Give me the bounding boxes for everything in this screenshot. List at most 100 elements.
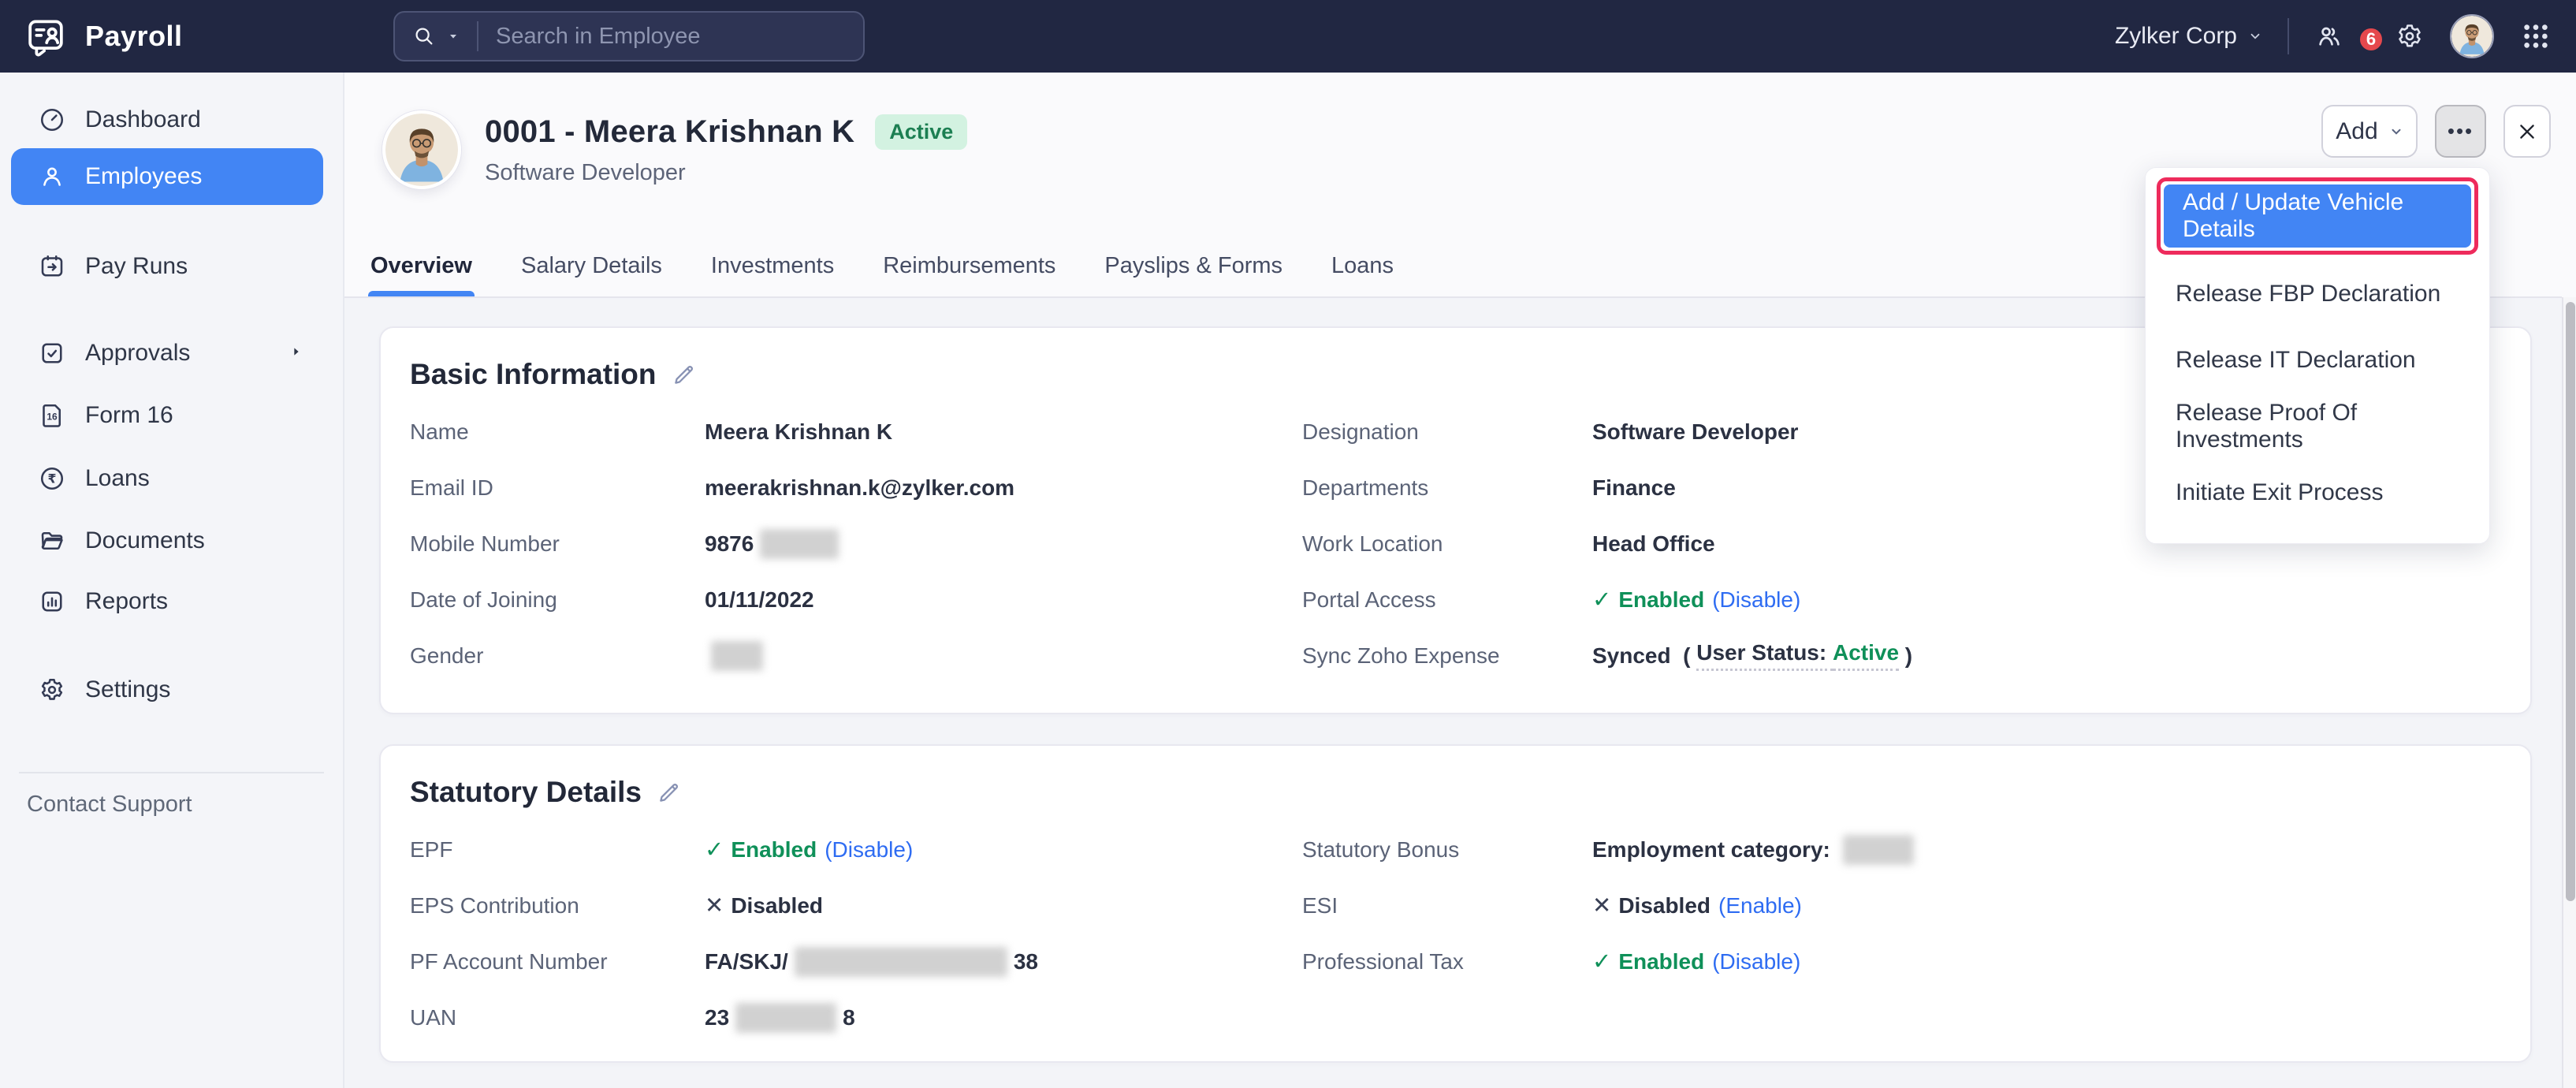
- value-text: User Status:: [1696, 640, 1833, 671]
- value-text: Finance: [1592, 475, 1676, 501]
- card-title: Statutory Details: [410, 776, 642, 809]
- header-actions: Add •••: [2321, 105, 2551, 158]
- disable-link[interactable]: (Disable): [825, 837, 913, 863]
- value-text: meerakrishnan.k@zylker.com: [705, 475, 1014, 501]
- menu-item-initiate-exit-process[interactable]: Initiate Exit Process: [2146, 460, 2489, 526]
- employees-icon: [38, 162, 66, 191]
- field-value-designation: Software Developer: [1592, 419, 1798, 445]
- menu-item-release-fbp-declaration[interactable]: Release FBP Declaration: [2146, 261, 2489, 327]
- field-label-gender: Gender: [410, 643, 483, 669]
- payroll-logo-icon: [24, 14, 68, 58]
- sidebar-item-form-16[interactable]: 16 Form 16: [11, 387, 323, 444]
- employee-detail-view: 0001 - Meera Krishnan K Active Software …: [344, 73, 2576, 1088]
- sidebar-item-reports[interactable]: Reports: [11, 573, 323, 630]
- tab-investments[interactable]: Investments: [711, 235, 834, 296]
- sidebar-item-documents[interactable]: Documents: [11, 512, 323, 569]
- field-value-uan: 238: [705, 1003, 855, 1033]
- value-text: Head Office: [1592, 531, 1715, 557]
- menu-item-add-update-vehicle-details[interactable]: Add / Update Vehicle Details: [2164, 184, 2471, 248]
- employee-tabs: Overview Salary Details Investments Reimbur…: [370, 235, 1394, 296]
- loans-icon: ₹: [38, 464, 66, 493]
- scrollbar-thumb[interactable]: [2566, 302, 2575, 901]
- sidebar-item-settings[interactable]: Settings: [11, 661, 323, 718]
- tab-loans[interactable]: Loans: [1331, 235, 1394, 296]
- enable-link[interactable]: (Enable): [1718, 893, 1802, 918]
- edit-icon[interactable]: [656, 779, 683, 806]
- apps-grid-icon[interactable]: [2519, 20, 2552, 53]
- field-label-email-id: Email ID: [410, 475, 493, 501]
- sidebar-item-label: Pay Runs: [85, 253, 188, 280]
- sidebar-item-pay-runs[interactable]: Pay Runs: [11, 238, 323, 295]
- value-text: 8: [843, 1005, 855, 1030]
- contact-support-link[interactable]: Contact Support: [27, 792, 192, 818]
- redacted-value: [735, 1003, 836, 1033]
- search-input[interactable]: Search in Employee: [393, 11, 865, 61]
- menu-item-release-proof-of-investments[interactable]: Release Proof Of Investments: [2146, 393, 2489, 460]
- value-text: Employment category:: [1592, 837, 1837, 863]
- sidebar-item-label: Documents: [85, 527, 205, 554]
- field-value-eps-contribution: ✕Disabled: [705, 892, 823, 919]
- field-value-name: Meera Krishnan K: [705, 419, 892, 445]
- gear-icon[interactable]: [2395, 21, 2425, 51]
- add-button[interactable]: Add: [2321, 105, 2418, 158]
- card-title: Basic Information: [410, 358, 657, 391]
- more-actions-menu: Add / Update Vehicle Details Release FBP …: [2145, 167, 2490, 544]
- field-label-designation: Designation: [1302, 419, 1419, 445]
- value-text: Active: [1833, 640, 1899, 671]
- close-icon: [2517, 121, 2537, 142]
- value-text: Meera Krishnan K: [705, 419, 892, 445]
- field-value-gender: [705, 641, 769, 671]
- settings-icon: [38, 676, 66, 704]
- search-icon: [412, 24, 436, 48]
- redacted-value: [795, 947, 1007, 977]
- disable-link[interactable]: (Disable): [1712, 587, 1800, 613]
- app-title: Payroll: [85, 20, 183, 53]
- value-text: Disabled: [1618, 893, 1711, 918]
- sidebar-item-label: Form 16: [85, 402, 173, 429]
- field-value-epf: ✓Enabled(Disable): [705, 836, 913, 863]
- chevron-down-icon: [2389, 125, 2403, 139]
- sidebar-item-label: Reports: [85, 588, 168, 615]
- tab-payslips-forms[interactable]: Payslips & Forms: [1104, 235, 1282, 296]
- field-value-departments: Finance: [1592, 475, 1676, 501]
- redacted-value: [1843, 835, 1914, 865]
- search-scope-chevron-down-icon[interactable]: [447, 30, 460, 43]
- tab-reimbursements[interactable]: Reimbursements: [883, 235, 1055, 296]
- annotation-highlight-box: Add / Update Vehicle Details: [2157, 177, 2478, 255]
- sidebar-item-label: Employees: [85, 163, 202, 190]
- sidebar-item-dashboard[interactable]: Dashboard: [11, 91, 323, 148]
- value-text: Disabled: [731, 893, 823, 918]
- chevron-down-icon: [2248, 29, 2262, 43]
- edit-icon[interactable]: [671, 361, 698, 388]
- sidebar-item-loans[interactable]: ₹Loans: [11, 450, 323, 507]
- sidebar-item-employees[interactable]: Employees: [11, 148, 323, 205]
- form16-icon: 16: [38, 401, 66, 430]
- close-button[interactable]: [2503, 105, 2551, 158]
- tab-overview[interactable]: Overview: [370, 235, 472, 296]
- field-value-statutory-bonus: Employment category:: [1592, 835, 1920, 865]
- add-button-label: Add: [2336, 118, 2377, 145]
- app-root: Payroll Search in Employee Zylker Corp: [0, 0, 2576, 1088]
- field-value-portal-access: ✓Enabled(Disable): [1592, 586, 1800, 613]
- users-icon[interactable]: [2314, 21, 2344, 51]
- field-label-date-of-joining: Date of Joining: [410, 587, 557, 613]
- org-switcher[interactable]: Zylker Corp: [2115, 23, 2262, 50]
- menu-item-release-it-declaration[interactable]: Release IT Declaration: [2146, 327, 2489, 393]
- documents-icon: [38, 527, 66, 555]
- more-actions-button[interactable]: •••: [2435, 105, 2486, 158]
- employee-avatar: [382, 110, 461, 189]
- notification-count-badge: 6: [2357, 25, 2385, 54]
- check-icon: ✓: [705, 836, 724, 863]
- sidebar-item-label: Approvals: [85, 340, 190, 367]
- vertical-scrollbar: [2562, 297, 2576, 1088]
- value-text: Enabled: [1618, 949, 1704, 974]
- employee-designation: Software Developer: [485, 160, 967, 186]
- user-avatar[interactable]: [2450, 14, 2494, 58]
- value-text: 01/11/2022: [705, 587, 814, 613]
- employee-title: 0001 - Meera Krishnan K: [485, 114, 854, 150]
- tab-salary-details[interactable]: Salary Details: [521, 235, 662, 296]
- sidebar-item-approvals[interactable]: Approvals: [11, 325, 323, 382]
- disable-link[interactable]: (Disable): [1712, 949, 1800, 974]
- app-brand: Payroll: [0, 14, 344, 58]
- svg-text:16: 16: [47, 411, 58, 422]
